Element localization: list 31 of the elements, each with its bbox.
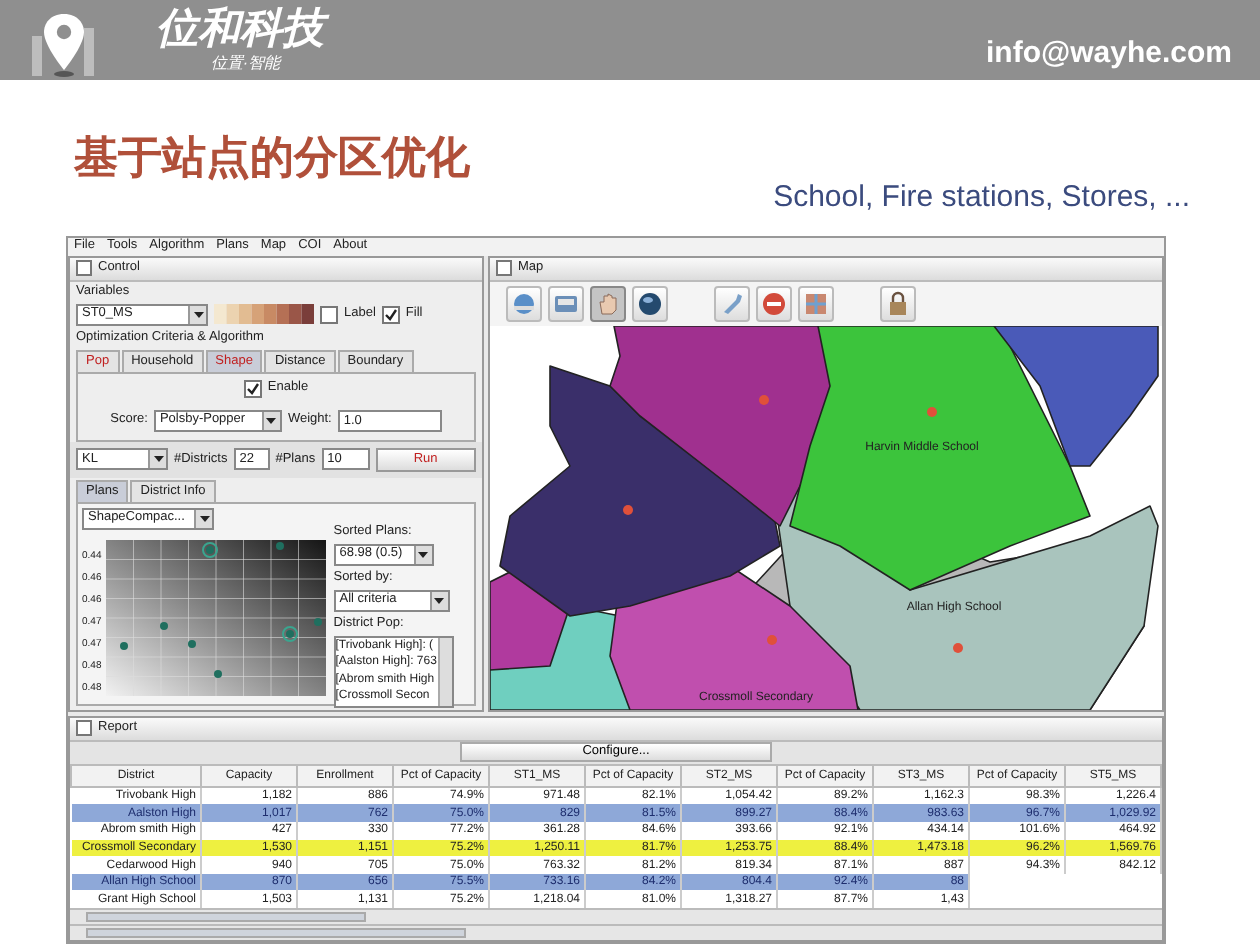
color-ramp-icon xyxy=(214,304,314,325)
checkbox[interactable] xyxy=(381,305,400,324)
map-tool-button[interactable] xyxy=(756,285,792,322)
caret-icon xyxy=(199,515,209,522)
slide-title: 基于站点的分区优化 xyxy=(74,130,470,186)
checkbox[interactable] xyxy=(243,379,262,398)
scrollbar[interactable] xyxy=(437,637,452,706)
tagline: 位置·智能 xyxy=(210,54,284,74)
email-text: info@wayhe.com xyxy=(986,35,1232,69)
stop-sign-icon xyxy=(760,289,788,318)
sphere-icon xyxy=(636,289,664,318)
caret-icon xyxy=(266,417,277,424)
checkbox[interactable] xyxy=(76,260,92,277)
check-icon xyxy=(245,381,260,396)
padlock-icon xyxy=(884,289,912,318)
caret-icon xyxy=(153,456,163,463)
checkbox[interactable] xyxy=(320,305,338,324)
caret-icon xyxy=(418,551,429,558)
checkbox[interactable] xyxy=(76,720,92,737)
map-tool-button[interactable] xyxy=(880,285,916,322)
check-icon xyxy=(383,307,398,322)
checkbox[interactable] xyxy=(496,260,512,277)
globe-icon xyxy=(510,289,538,318)
map-tool-button[interactable] xyxy=(632,285,668,322)
caret-icon xyxy=(193,311,203,318)
scrollbar[interactable] xyxy=(70,924,1162,940)
grid-icon xyxy=(802,289,830,318)
slide-subtitle: School, Fire stations, Stores, ... xyxy=(773,180,1190,214)
hand-icon xyxy=(594,289,622,318)
caret-icon xyxy=(434,597,445,604)
scrollbar[interactable] xyxy=(70,908,1162,924)
